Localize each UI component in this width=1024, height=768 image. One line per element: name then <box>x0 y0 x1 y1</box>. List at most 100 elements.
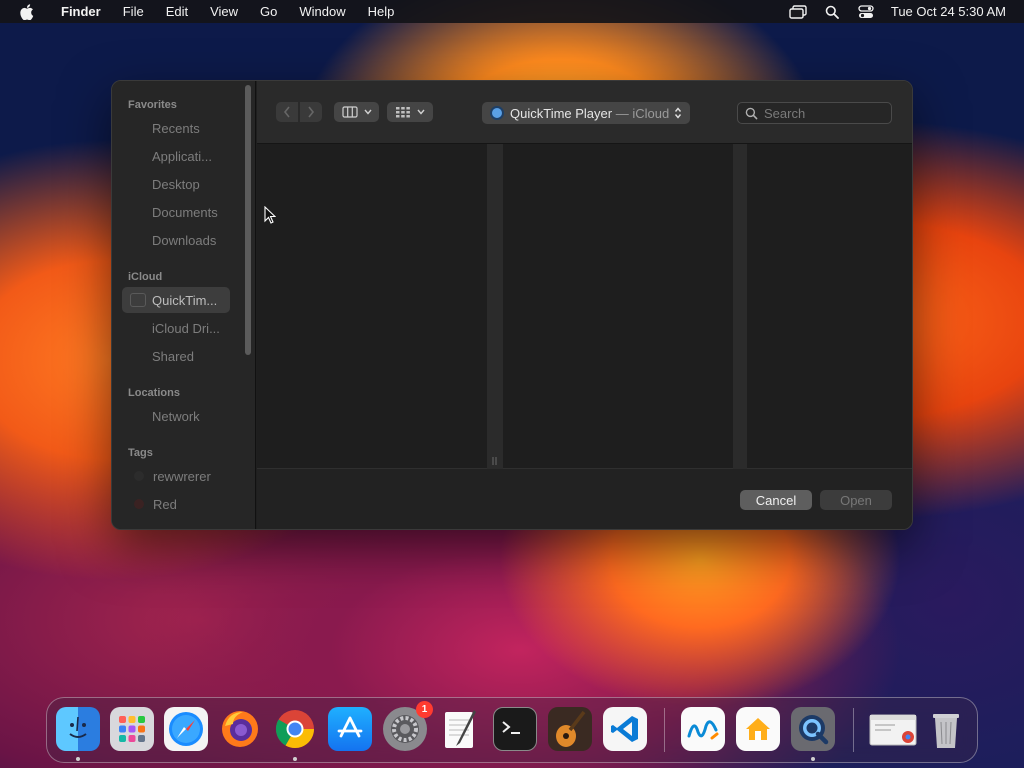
menu-help[interactable]: Help <box>357 0 406 23</box>
sidebar-section-tags: Tags <box>128 447 153 459</box>
quicktime-logo-icon <box>799 715 829 745</box>
trash-can-icon <box>933 714 959 748</box>
grid-view-icon <box>396 107 410 118</box>
sidebar-item-label: Red <box>153 496 177 512</box>
location-name: QuickTime Player <box>510 105 613 121</box>
back-button[interactable] <box>276 102 298 122</box>
house-icon <box>746 718 770 740</box>
column-divider[interactable] <box>487 144 503 469</box>
sidebar-item-label: Desktop <box>152 176 200 192</box>
sidebar-section-icloud: iCloud <box>128 271 163 283</box>
search-field[interactable] <box>737 102 892 124</box>
sidebar-item-shared[interactable]: Shared <box>122 343 230 369</box>
location-popup[interactable]: QuickTime Player — iCloud <box>482 102 690 124</box>
sidebar-item-documents[interactable]: Documents <box>122 199 230 225</box>
freeform-scribble-icon <box>687 720 719 740</box>
dock-quicktime-icon[interactable] <box>791 707 835 751</box>
menu-view[interactable]: View <box>199 0 249 23</box>
sidebar-tag-item[interactable]: Red <box>122 491 230 517</box>
column-resize-handle-icon[interactable] <box>490 456 500 466</box>
sidebar-item-desktop[interactable]: Desktop <box>122 171 230 197</box>
sidebar-section-favorites: Favorites <box>128 99 177 111</box>
dock-system-settings-icon[interactable]: 1 <box>383 701 433 751</box>
sidebar-item-downloads[interactable]: Downloads <box>122 227 230 253</box>
group-by-button[interactable] <box>387 102 433 122</box>
dock-running-indicator <box>76 757 80 761</box>
dock-running-indicator <box>293 757 297 761</box>
open-button[interactable]: Open <box>820 490 892 510</box>
network-icon <box>130 409 146 423</box>
menu-go[interactable]: Go <box>249 0 288 23</box>
sidebar-item-label: Documents <box>152 204 218 220</box>
dock-separator <box>853 708 854 752</box>
dock-chrome-window-icon[interactable] <box>869 707 919 751</box>
vscode-logo-icon <box>611 716 638 742</box>
dock-safari-icon[interactable] <box>164 707 208 751</box>
sidebar-item-applications[interactable]: Applicati... <box>122 143 230 169</box>
chevron-left-icon <box>283 106 290 118</box>
textedit-page-icon <box>445 710 476 748</box>
app-store-logo-icon <box>337 716 363 738</box>
spotlight-search-icon[interactable] <box>815 0 849 23</box>
location-scope: iCloud <box>632 105 670 121</box>
menu-app-name[interactable]: Finder <box>50 0 112 23</box>
dock-launchpad-icon[interactable] <box>110 707 154 751</box>
dock-trash-icon[interactable] <box>924 707 968 751</box>
column-browser[interactable] <box>257 144 912 469</box>
sidebar-item-quicktime[interactable]: QuickTim... <box>122 287 230 313</box>
menu-file[interactable]: File <box>112 0 155 23</box>
search-input[interactable] <box>764 105 884 121</box>
chevron-down-icon <box>417 109 425 115</box>
sidebar-item-label: Network <box>152 408 200 424</box>
location-separator: — <box>612 105 633 121</box>
sidebar-item-network[interactable]: Network <box>122 403 230 429</box>
chevron-down-icon <box>363 109 372 115</box>
minimized-window-icon <box>869 714 917 746</box>
forward-button[interactable] <box>300 102 322 122</box>
menu-edit[interactable]: Edit <box>155 0 199 23</box>
sidebar-scrollbar[interactable] <box>245 85 251 355</box>
up-down-chevron-icon <box>674 107 682 119</box>
dock: 1 <box>46 697 978 763</box>
dock-vscode-icon[interactable] <box>603 707 647 751</box>
view-mode-button[interactable] <box>334 102 379 122</box>
dock-home-icon[interactable] <box>736 707 780 751</box>
launchpad-grid-icon <box>119 716 145 742</box>
finder-face-icon <box>69 716 87 738</box>
menu-window[interactable]: Window <box>288 0 356 23</box>
dock-textedit-icon[interactable] <box>438 707 482 751</box>
recents-icon <box>130 121 146 135</box>
dock-app-store-icon[interactable] <box>328 707 372 751</box>
dock-garageband-icon[interactable] <box>548 707 592 751</box>
control-center-icon[interactable] <box>849 0 883 23</box>
column-divider[interactable] <box>733 144 747 469</box>
dock-chrome-icon[interactable] <box>273 707 317 751</box>
gear-icon <box>391 715 419 743</box>
menu-clock[interactable]: Tue Oct 24 5:30 AM <box>891 4 1006 19</box>
shared-folder-icon <box>130 349 146 363</box>
dock-firefox-icon[interactable] <box>218 707 262 751</box>
columns-view-icon <box>341 106 358 118</box>
sidebar-tag-item[interactable]: rewwrerer <box>122 463 230 489</box>
icloud-icon <box>130 321 146 335</box>
dialog-toolbar: QuickTime Player — iCloud <box>257 81 912 144</box>
menu-bar: Finder File Edit View Go Window Help Tue… <box>0 0 1024 23</box>
dock-terminal-icon[interactable] <box>493 707 537 751</box>
cancel-button[interactable]: Cancel <box>740 490 812 510</box>
dock-running-indicator <box>811 757 815 761</box>
dock-freeform-icon[interactable] <box>681 707 725 751</box>
sidebar-item-recents[interactable]: Recents <box>122 115 230 141</box>
sidebar-item-label: Recents <box>152 120 200 136</box>
open-file-dialog: Favorites Recents Applicati... Desktop D… <box>111 80 913 530</box>
sidebar: Favorites Recents Applicati... Desktop D… <box>112 81 256 529</box>
downloads-icon <box>130 233 146 247</box>
notification-badge: 1 <box>416 701 433 718</box>
sidebar-item-label: QuickTim... <box>152 292 218 308</box>
terminal-prompt-icon <box>502 721 520 734</box>
sidebar-section-locations: Locations <box>128 387 180 399</box>
screen-mirroring-icon[interactable] <box>781 0 815 23</box>
quicktime-icon <box>490 106 504 120</box>
apple-menu-icon[interactable] <box>18 3 36 21</box>
sidebar-item-icloud-drive[interactable]: iCloud Dri... <box>122 315 230 341</box>
dock-finder-icon[interactable] <box>56 707 100 751</box>
